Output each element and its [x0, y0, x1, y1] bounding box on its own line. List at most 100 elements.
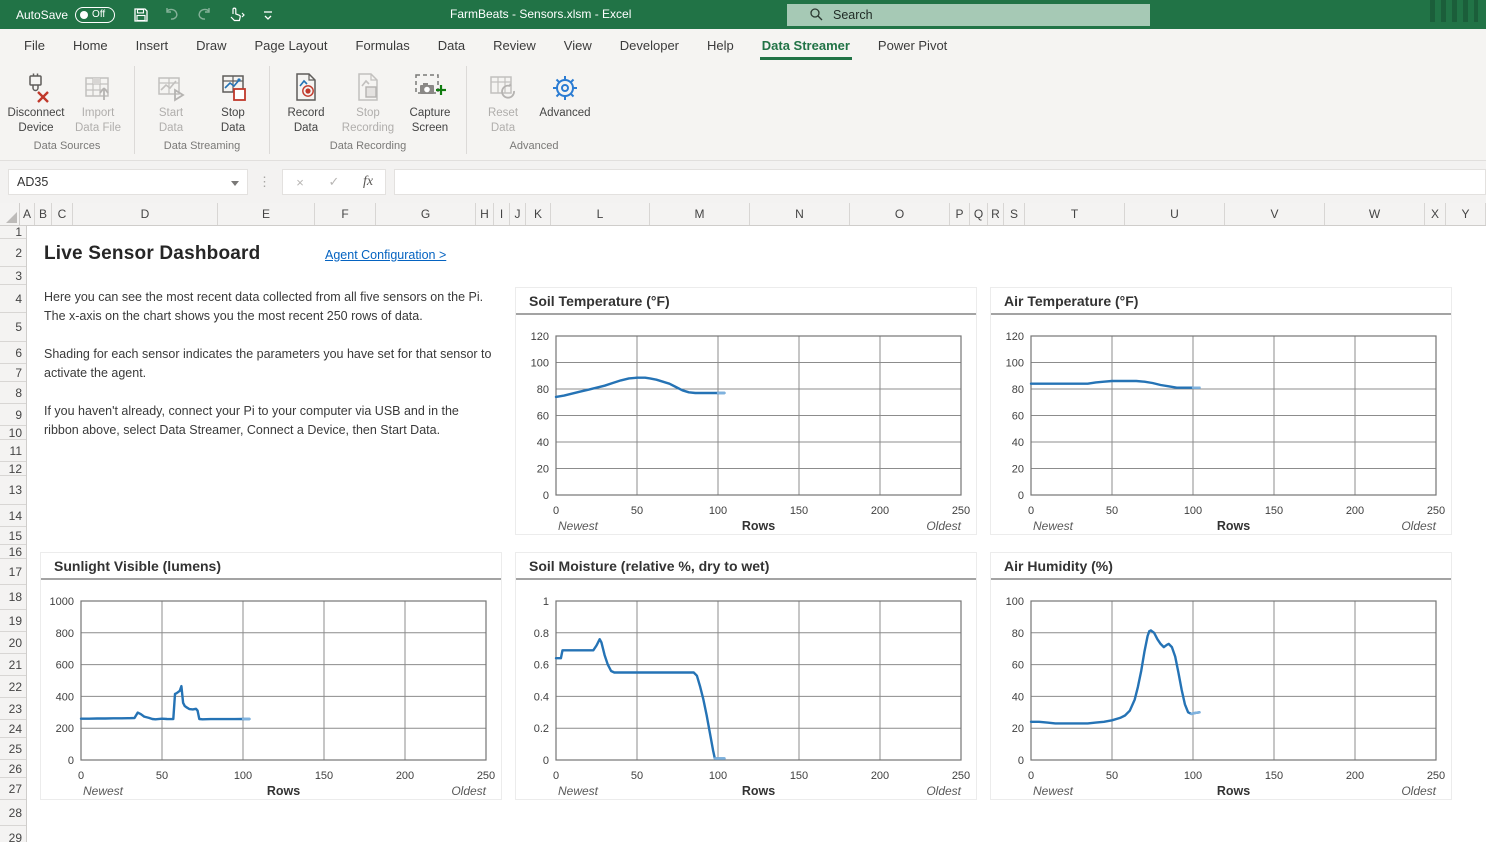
row-header-25[interactable]: 25 — [0, 738, 26, 760]
column-header-P[interactable]: P — [950, 203, 970, 225]
tab-review[interactable]: Review — [479, 30, 550, 62]
row-header-2[interactable]: 2 — [0, 239, 26, 267]
row-header-21[interactable]: 21 — [0, 654, 26, 676]
svg-text:0.2: 0.2 — [534, 723, 549, 735]
row-header-19[interactable]: 19 — [0, 610, 26, 632]
tab-page-layout[interactable]: Page Layout — [241, 30, 342, 62]
select-all-corner[interactable] — [0, 203, 20, 225]
advanced-button[interactable]: Advanced — [535, 66, 595, 121]
row-header-4[interactable]: 4 — [0, 285, 26, 313]
tab-file[interactable]: File — [10, 30, 59, 62]
soil-moisture-chart[interactable]: Soil Moisture (relative %, dry to wet) 0… — [515, 552, 977, 800]
column-header-X[interactable]: X — [1425, 203, 1446, 225]
row-header-15[interactable]: 15 — [0, 527, 26, 545]
customize-qat-icon[interactable] — [261, 8, 275, 22]
column-header-I[interactable]: I — [494, 203, 510, 225]
row-header-23[interactable]: 23 — [0, 698, 26, 720]
row-header-9[interactable]: 9 — [0, 404, 26, 426]
svg-text:Rows: Rows — [267, 784, 300, 798]
column-header-R[interactable]: R — [988, 203, 1004, 225]
row-header-5[interactable]: 5 — [0, 313, 26, 342]
column-header-Y[interactable]: Y — [1446, 203, 1486, 225]
tab-draw[interactable]: Draw — [182, 30, 240, 62]
row-header-11[interactable]: 11 — [0, 440, 26, 462]
soil-temperature-chart[interactable]: Soil Temperature (°F) 020406080100120050… — [515, 287, 977, 535]
column-header-V[interactable]: V — [1225, 203, 1325, 225]
insert-function-button[interactable]: fx — [351, 174, 385, 190]
tab-power-pivot[interactable]: Power Pivot — [864, 30, 961, 62]
row-header-18[interactable]: 18 — [0, 585, 26, 610]
svg-text:Oldest: Oldest — [926, 519, 961, 533]
column-header-O[interactable]: O — [850, 203, 950, 225]
row-header-13[interactable]: 13 — [0, 476, 26, 505]
tab-view[interactable]: View — [550, 30, 606, 62]
column-header-A[interactable]: A — [20, 203, 35, 225]
row-header-29[interactable]: 29 — [0, 826, 26, 842]
row-header-7[interactable]: 7 — [0, 364, 26, 382]
tab-formulas[interactable]: Formulas — [342, 30, 424, 62]
save-icon[interactable] — [133, 7, 149, 23]
air-humidity-chart[interactable]: Air Humidity (%) 02040608010005010015020… — [990, 552, 1452, 800]
name-box-dropdown-icon[interactable] — [231, 181, 239, 186]
sunlight-visible-chart[interactable]: Sunlight Visible (lumens) 02004006008001… — [40, 552, 502, 800]
air-temperature-chart[interactable]: Air Temperature (°F) 0204060801001200501… — [990, 287, 1452, 535]
row-header-20[interactable]: 20 — [0, 632, 26, 654]
tab-data[interactable]: Data — [424, 30, 479, 62]
column-header-U[interactable]: U — [1125, 203, 1225, 225]
tab-help[interactable]: Help — [693, 30, 748, 62]
disconnect-device-button[interactable]: DisconnectDevice — [6, 66, 66, 136]
row-header-16[interactable]: 16 — [0, 545, 26, 559]
row-header-28[interactable]: 28 — [0, 800, 26, 826]
quick-access-toolbar — [133, 7, 275, 23]
column-header-B[interactable]: B — [35, 203, 52, 225]
column-header-M[interactable]: M — [650, 203, 750, 225]
column-header-K[interactable]: K — [526, 203, 551, 225]
row-header-14[interactable]: 14 — [0, 505, 26, 527]
formula-input[interactable] — [394, 169, 1486, 195]
row-header-8[interactable]: 8 — [0, 382, 26, 404]
svg-text:0: 0 — [1028, 505, 1034, 517]
row-header-24[interactable]: 24 — [0, 720, 26, 738]
touch-mode-icon[interactable] — [227, 7, 247, 23]
row-headers: 1234567891011121314151617181920212223242… — [0, 226, 27, 842]
column-header-C[interactable]: C — [52, 203, 73, 225]
record-data-button[interactable]: RecordData — [276, 66, 336, 136]
column-header-J[interactable]: J — [510, 203, 526, 225]
capture-screen-button[interactable]: CaptureScreen — [400, 66, 460, 136]
row-header-27[interactable]: 27 — [0, 778, 26, 800]
column-header-D[interactable]: D — [73, 203, 218, 225]
autosave-toggle[interactable]: Off — [75, 7, 115, 23]
row-header-22[interactable]: 22 — [0, 676, 26, 698]
row-header-1[interactable]: 1 — [0, 226, 26, 239]
svg-text:Newest: Newest — [1033, 519, 1074, 533]
connect-paragraph: If you haven't already, connect your Pi … — [44, 402, 496, 440]
column-header-H[interactable]: H — [476, 203, 494, 225]
row-header-10[interactable]: 10 — [0, 426, 26, 440]
column-header-N[interactable]: N — [750, 203, 850, 225]
svg-text:100: 100 — [1006, 596, 1024, 608]
row-header-12[interactable]: 12 — [0, 462, 26, 476]
tab-home[interactable]: Home — [59, 30, 122, 62]
column-header-Q[interactable]: Q — [970, 203, 988, 225]
agent-configuration-link[interactable]: Agent Configuration > — [325, 248, 446, 262]
tab-insert[interactable]: Insert — [122, 30, 183, 62]
column-header-E[interactable]: E — [218, 203, 315, 225]
column-header-G[interactable]: G — [376, 203, 476, 225]
column-header-T[interactable]: T — [1025, 203, 1125, 225]
row-header-17[interactable]: 17 — [0, 559, 26, 585]
column-header-W[interactable]: W — [1325, 203, 1425, 225]
row-header-6[interactable]: 6 — [0, 342, 26, 364]
name-box[interactable]: AD35 — [8, 169, 248, 195]
stop-data-button[interactable]: StopData — [203, 66, 263, 136]
button-label-line: Device — [18, 122, 53, 134]
svg-text:0: 0 — [1028, 770, 1034, 782]
row-header-3[interactable]: 3 — [0, 267, 26, 285]
column-header-F[interactable]: F — [315, 203, 376, 225]
svg-text:20: 20 — [1012, 723, 1024, 735]
tab-data-streamer[interactable]: Data Streamer — [748, 30, 864, 62]
column-header-S[interactable]: S — [1004, 203, 1025, 225]
column-header-L[interactable]: L — [551, 203, 650, 225]
search-box[interactable]: Search — [787, 4, 1150, 26]
tab-developer[interactable]: Developer — [606, 30, 693, 62]
row-header-26[interactable]: 26 — [0, 760, 26, 778]
